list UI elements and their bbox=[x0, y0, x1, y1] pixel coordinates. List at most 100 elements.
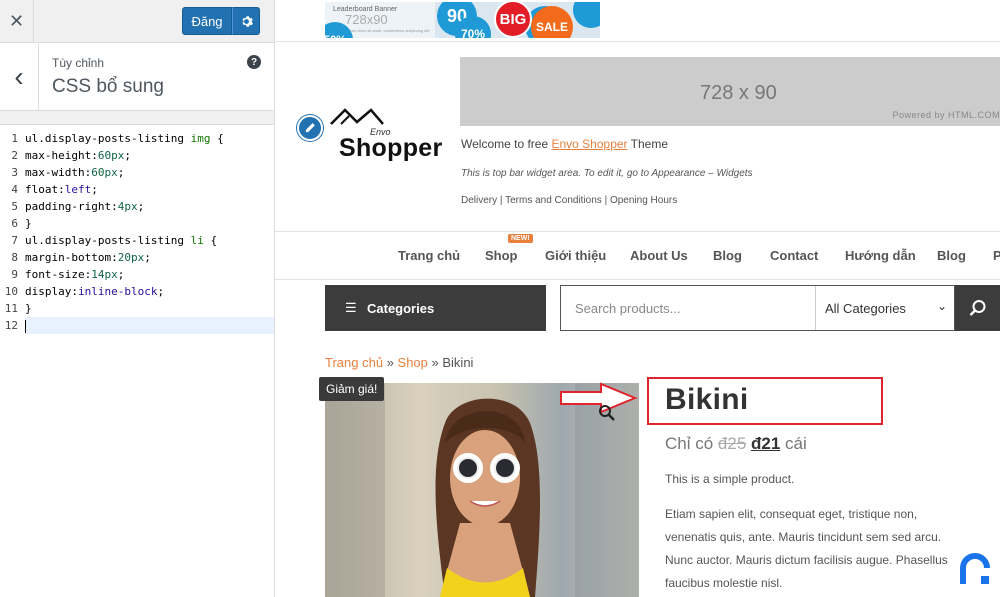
code-line[interactable] bbox=[25, 317, 274, 334]
price-prefix: Chỉ có bbox=[665, 434, 718, 453]
code-line[interactable]: ul.display-posts-listing img { bbox=[25, 130, 274, 147]
publish-group: Đăng bbox=[182, 7, 260, 35]
corner-brand-logo-icon bbox=[960, 553, 990, 584]
search-input[interactable]: Search products... bbox=[575, 301, 681, 316]
categories-label: Categories bbox=[367, 301, 435, 316]
menu-lines-icon: ☰ bbox=[345, 300, 357, 315]
line-number: 9 bbox=[11, 268, 18, 281]
gear-icon bbox=[241, 15, 253, 27]
search-icon bbox=[969, 300, 986, 316]
line-number: 1 bbox=[11, 132, 18, 145]
leaderboard-strip: Leaderboard Banner 728x90 Lorem ipsum do… bbox=[275, 0, 1000, 42]
zoom-icon[interactable] bbox=[598, 404, 616, 427]
code-lines[interactable]: ul.display-posts-listing img {max-height… bbox=[25, 130, 274, 334]
search-category-value: All Categories bbox=[825, 301, 906, 316]
long-description: Etiam sapien elit, consequat eget, trist… bbox=[665, 507, 948, 590]
theme-link[interactable]: Envo Shopper bbox=[551, 137, 627, 151]
chevron-left-icon: ‹ bbox=[14, 61, 24, 92]
publish-settings-button[interactable] bbox=[232, 7, 260, 35]
line-number: 6 bbox=[11, 217, 18, 230]
section-title: CSS bổ sung bbox=[52, 76, 164, 97]
nav-item-blog[interactable]: Blog bbox=[713, 248, 742, 263]
code-line[interactable]: float:left; bbox=[25, 181, 274, 198]
product-title: Bikini bbox=[665, 383, 749, 416]
product-photo bbox=[325, 383, 639, 597]
topbar-widget-note: This is top bar widget area. To edit it,… bbox=[461, 168, 753, 179]
edit-shortcut-button[interactable] bbox=[297, 115, 323, 141]
line-number: 2 bbox=[11, 149, 18, 162]
nav-item-home[interactable]: Trang chủ bbox=[398, 248, 460, 263]
line-number: 5 bbox=[11, 200, 18, 213]
discount-disc bbox=[573, 2, 600, 28]
welcome-suffix: Theme bbox=[627, 137, 669, 151]
site-header: Envo Shopper 728 x 90 Powered by HTML.CO… bbox=[275, 42, 1000, 232]
sale-price: đ21 bbox=[751, 434, 781, 453]
code-line[interactable]: } bbox=[25, 300, 274, 317]
code-line[interactable]: margin-bottom:20px; bbox=[25, 249, 274, 266]
close-customizer-button[interactable]: ✕ bbox=[0, 0, 34, 43]
back-button[interactable]: ‹ bbox=[0, 43, 39, 111]
top-links[interactable]: Delivery | Terms and Conditions | Openin… bbox=[461, 195, 677, 206]
section-header: ‹ Tùy chỉnh CSS bổ sung ? bbox=[0, 43, 274, 111]
header-banner-ad[interactable]: 728 x 90 Powered by HTML.COM bbox=[460, 57, 1000, 126]
line-number: 7 bbox=[11, 234, 18, 247]
short-description: This is a simple product. bbox=[665, 472, 795, 486]
nav-item-blog-2[interactable]: Blog bbox=[937, 248, 966, 263]
new-badge: NEW! bbox=[508, 234, 533, 243]
line-number: 3 bbox=[11, 166, 18, 179]
old-price: đ25 bbox=[717, 434, 747, 453]
nav-item-guide[interactable]: Hướng dẫn bbox=[845, 248, 916, 263]
breadcrumb-current: Bikini bbox=[442, 355, 474, 370]
line-number: 12 bbox=[4, 319, 18, 332]
sale-badge: Giảm giá! bbox=[319, 377, 385, 401]
customizer-sidebar: ✕ Đăng ‹ Tùy chỉnh CSS bổ sung ? 1234567… bbox=[0, 0, 275, 597]
publish-button[interactable]: Đăng bbox=[182, 7, 232, 35]
nav-item-contact[interactable]: Contact bbox=[770, 248, 818, 263]
close-icon: ✕ bbox=[8, 11, 25, 31]
welcome-text: Welcome to free Envo Shopper Theme bbox=[461, 137, 668, 151]
line-number: 11 bbox=[4, 302, 18, 315]
logo-brand-text: Shopper bbox=[339, 134, 443, 162]
site-preview: Leaderboard Banner 728x90 Lorem ipsum do… bbox=[275, 0, 1000, 597]
breadcrumb-separator: » bbox=[383, 355, 398, 370]
help-icon[interactable]: ? bbox=[247, 55, 261, 69]
nav-item-about-vi[interactable]: Giới thiệu bbox=[545, 248, 606, 263]
pencil-icon bbox=[305, 123, 315, 133]
main-navigation: Trang chủ Shop NEW! Giới thiệu About Us … bbox=[275, 232, 1000, 280]
categories-button[interactable]: ☰ Categories bbox=[325, 285, 546, 331]
search-button[interactable] bbox=[955, 285, 1000, 331]
search-category-select[interactable]: All Categories ⌄ bbox=[815, 286, 955, 330]
code-line[interactable]: font-size:14px; bbox=[25, 266, 274, 283]
product-price: Chỉ có đ25 đ21 cái bbox=[665, 434, 807, 454]
sale-badge: SALE bbox=[531, 6, 573, 38]
discount-disc: 70% bbox=[455, 16, 491, 38]
css-code-editor[interactable]: 1 2 3 4 5 6 7 8 9 10 11 12 ul.display-posts-listing… bbox=[0, 124, 274, 597]
nav-item-about-us[interactable]: About Us bbox=[630, 248, 688, 263]
leaderboard-banner-ad[interactable]: Leaderboard Banner 728x90 Lorem ipsum do… bbox=[325, 2, 600, 38]
nav-item-more[interactable]: P bbox=[993, 248, 1000, 263]
header-banner-size: 728 x 90 bbox=[700, 82, 777, 104]
line-number: 8 bbox=[11, 251, 18, 264]
code-line[interactable]: ul.display-posts-listing li { bbox=[25, 232, 274, 249]
code-line[interactable]: } bbox=[25, 215, 274, 232]
product-image[interactable] bbox=[325, 383, 639, 597]
breadcrumb-home[interactable]: Trang chủ bbox=[325, 355, 383, 370]
welcome-prefix: Welcome to free bbox=[461, 137, 552, 151]
breadcrumb-shop[interactable]: Shop bbox=[398, 355, 428, 370]
line-number: 4 bbox=[11, 183, 18, 196]
line-number-gutter: 1 2 3 4 5 6 7 8 9 10 11 12 bbox=[0, 130, 20, 334]
code-line[interactable]: display:inline-block; bbox=[25, 283, 274, 300]
header-banner-credit: Powered by HTML.COM bbox=[892, 110, 1000, 120]
customizer-breadcrumb: Tùy chỉnh bbox=[52, 56, 105, 70]
product-search: Search products... All Categories ⌄ bbox=[560, 285, 955, 331]
code-line[interactable]: max-height:60px; bbox=[25, 147, 274, 164]
breadcrumb: Trang chủ » Shop » Bikini bbox=[325, 355, 473, 370]
nav-item-shop[interactable]: Shop bbox=[485, 248, 518, 263]
line-number: 10 bbox=[4, 285, 18, 298]
price-suffix: cái bbox=[780, 434, 807, 453]
site-logo[interactable]: Envo Shopper bbox=[327, 104, 457, 166]
leaderboard-size: 728x90 bbox=[345, 12, 388, 27]
code-line[interactable]: padding-right:4px; bbox=[25, 198, 274, 215]
chevron-down-icon: ⌄ bbox=[936, 299, 947, 313]
code-line[interactable]: max-width:60px; bbox=[25, 164, 274, 181]
